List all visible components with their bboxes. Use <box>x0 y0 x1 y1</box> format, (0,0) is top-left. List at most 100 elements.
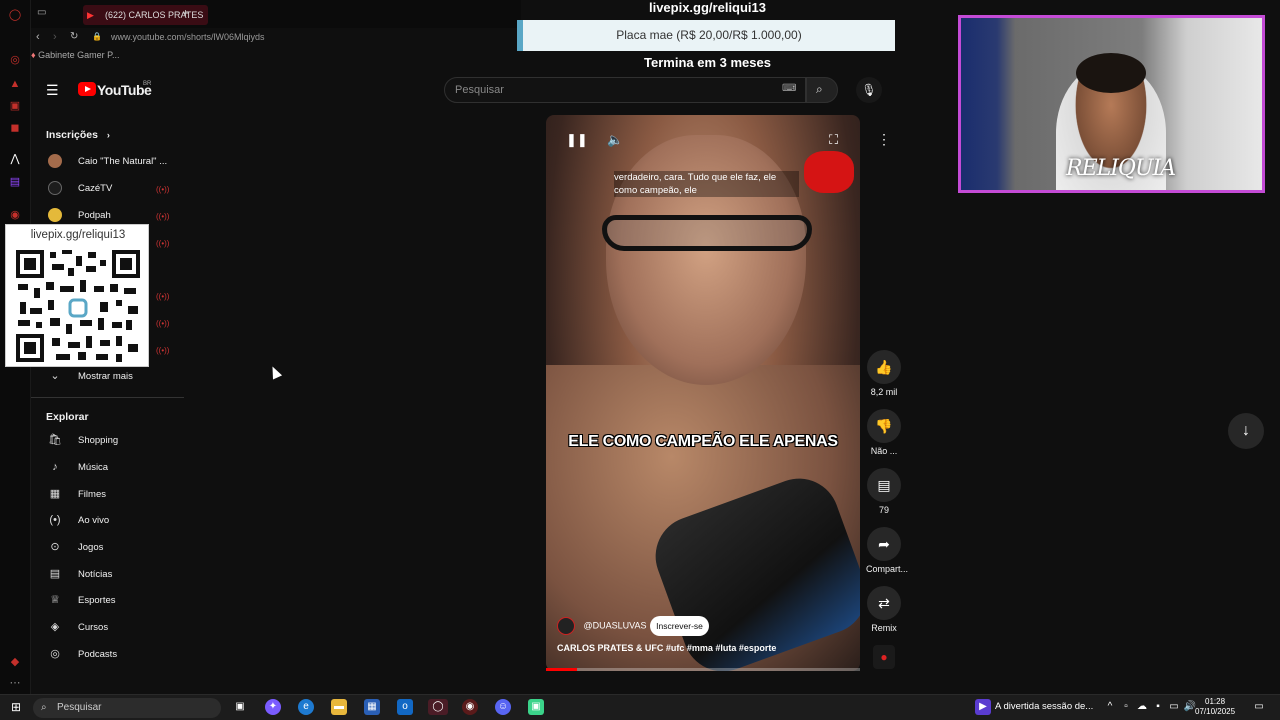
clock-time: 01:28 <box>1205 697 1226 706</box>
video-caption-small: verdadeiro, cara. Tudo que ele faz, ele … <box>614 171 799 197</box>
subscriptions-header[interactable]: Inscrições › <box>46 129 110 141</box>
chevron-down-icon: ⌄ <box>50 370 60 382</box>
taskbar-clock[interactable]: 01:28 07/10/2025 <box>1195 697 1235 717</box>
sidebar-app-icon[interactable]: ◉ <box>8 208 22 222</box>
twitch-icon[interactable]: ▤ <box>8 175 22 189</box>
reload-icon[interactable]: ↻ <box>70 31 78 42</box>
taskbar-search-input[interactable]: ⌕ Pesquisar <box>33 698 221 718</box>
youtube-logo-icon[interactable] <box>78 82 96 96</box>
search-input[interactable]: Pesquisar ⌨ <box>444 77 806 103</box>
sidebar-app-icon[interactable]: ⋀ <box>8 152 22 166</box>
subscribe-button[interactable]: Inscrever-se <box>650 616 709 636</box>
region-code: BR <box>143 81 152 87</box>
sidebar-app-icon[interactable]: ◼ <box>8 121 22 135</box>
back-icon[interactable]: ‹ <box>36 31 40 43</box>
bookmark-item[interactable]: ♦ Gabinete Gamer P... <box>31 50 120 60</box>
divider <box>31 397 184 398</box>
voice-search-button[interactable]: 🎙 <box>856 77 882 103</box>
webcam-overlay: RELIQUIA <box>958 15 1265 193</box>
sidebar-app-icon[interactable]: ▲ <box>8 77 22 91</box>
tab-active[interactable]: ▶ (622) CARLOS PRATES <box>83 5 208 25</box>
remix-button[interactable]: ⇄ Remix <box>866 586 902 633</box>
tray-icon[interactable]: ▫ <box>1118 699 1134 715</box>
volume-icon[interactable]: 🔈 <box>607 132 623 148</box>
address-bar[interactable]: ‹ › ↻ 🔒 www.youtube.com/shorts/lW06Mlqiy… <box>31 28 521 48</box>
sidebar-app-icon[interactable]: ◆ <box>8 655 22 669</box>
more-vertical-icon: ⋮ <box>877 131 891 147</box>
audio-thumbnail-icon[interactable]: ● <box>873 645 895 669</box>
tray-icon[interactable]: ▪ <box>1150 699 1166 715</box>
sidebar-subscription[interactable]: CazéTV <box>46 180 112 198</box>
remix-icon: ⇄ <box>867 586 901 620</box>
search-placeholder: Pesquisar <box>455 84 504 96</box>
sidebar-item-shopping[interactable]: 🛍 Shopping <box>46 431 118 449</box>
url-text[interactable]: www.youtube.com/shorts/lW06Mlqiyds <box>111 32 265 42</box>
sidebar-item-label: Notícias <box>78 569 113 580</box>
network-icon[interactable]: ▭ <box>1166 699 1182 715</box>
show-more-button[interactable]: ⌄ Mostrar mais <box>46 367 133 385</box>
sidebar-item-gaming[interactable]: ⊙ Jogos <box>46 538 103 556</box>
video-progress-bar[interactable] <box>546 668 860 671</box>
graduation-cap-icon: ◈ <box>50 621 60 633</box>
sidebar-item-podcasts[interactable]: ◎ Podcasts <box>46 645 117 663</box>
sidebar-scrollbar[interactable] <box>182 106 188 694</box>
discord-icon[interactable]: ☺ <box>495 699 511 715</box>
sidebar-subscription[interactable]: Caio "The Natural" ... <box>46 153 167 171</box>
more-icon[interactable]: ⋯ <box>8 676 22 690</box>
edge-icon[interactable]: e <box>298 699 314 715</box>
notification-app-icon: ▶ <box>975 699 991 715</box>
short-video-player[interactable] <box>546 115 860 671</box>
hamburger-menu-icon[interactable]: ☰ <box>46 82 59 99</box>
sidebar-item-live[interactable]: (•) Ao vivo <box>46 511 109 529</box>
sidebar-app-icon[interactable]: ▣ <box>8 99 22 113</box>
pause-icon[interactable]: ❚❚ <box>566 132 588 148</box>
thumbs-down-icon: 👎 <box>867 409 901 443</box>
short-title[interactable]: CARLOS PRATES & UFC #ufc #mma #luta #esp… <box>557 643 776 653</box>
tray-icon[interactable]: ☁ <box>1134 699 1150 715</box>
chevron-up-icon[interactable]: ^ <box>1102 699 1118 715</box>
search-button[interactable]: ⌕ <box>806 77 838 103</box>
sidebar-item-label: Esportes <box>78 595 116 606</box>
keyboard-icon[interactable]: ⌨ <box>782 83 796 94</box>
dislike-button[interactable]: 👎 Não ... <box>866 409 902 456</box>
store-icon[interactable]: ▦ <box>364 699 380 715</box>
webcam-frame <box>1076 53 1146 93</box>
notification-center-icon[interactable]: ▭ <box>1251 699 1267 715</box>
new-tab-icon[interactable]: + <box>182 6 189 20</box>
avatar <box>48 154 62 169</box>
comments-button[interactable]: ▤ 79 <box>866 468 902 515</box>
channel-avatar[interactable] <box>557 617 575 635</box>
more-options-button[interactable]: ⋮ <box>871 126 897 152</box>
tab-bar: ▭ ▶ (622) CARLOS PRATES + <box>31 0 521 28</box>
opera-logo-icon[interactable]: ◯ <box>8 8 22 22</box>
channel-info[interactable]: @DUASLUVAS <box>557 617 647 635</box>
task-view-icon[interactable]: ▣ <box>232 699 248 715</box>
file-explorer-icon[interactable]: ▬ <box>331 699 347 715</box>
taskbar-notification[interactable]: A divertida sessão de... <box>995 701 1093 712</box>
fullscreen-icon[interactable]: ⛶ <box>829 132 838 148</box>
sidebar-subscription[interactable]: Podpah <box>46 207 111 225</box>
tabs-menu-icon[interactable]: ▭ <box>37 7 46 18</box>
sidebar-item-music[interactable]: ♪ Música <box>46 458 108 476</box>
sidebar-item-sports[interactable]: ♕ Esportes <box>46 591 116 609</box>
sidebar-item-label: Shopping <box>78 435 119 446</box>
copilot-icon[interactable]: ✦ <box>265 699 281 715</box>
outlook-icon[interactable]: o <box>397 699 413 715</box>
windows-start-icon[interactable]: ⊞ <box>8 699 24 715</box>
live-icon: ((•)) <box>156 185 170 194</box>
sidebar-item-news[interactable]: ▤ Notícias <box>46 565 113 583</box>
forward-icon[interactable]: › <box>53 31 57 43</box>
film-icon: ▦ <box>49 488 61 500</box>
next-video-button[interactable]: ↓ <box>1228 413 1264 449</box>
obs-icon[interactable]: ◉ <box>462 699 478 715</box>
chevron-right-icon: › <box>106 130 110 140</box>
share-button[interactable]: ➦ Compart... <box>866 527 908 574</box>
app-icon[interactable]: ▣ <box>528 699 544 715</box>
sidebar-item-courses[interactable]: ◈ Cursos <box>46 618 108 636</box>
like-button[interactable]: 👍 8,2 mil <box>866 350 902 397</box>
sidebar-item-movies[interactable]: ▦ Filmes <box>46 485 106 503</box>
opera-gx-taskbar-icon[interactable]: ◯ <box>428 699 448 715</box>
sidebar-app-icon[interactable]: ◎ <box>8 53 22 67</box>
channel-name[interactable]: @DUASLUVAS <box>584 620 647 630</box>
explore-title: Explorar <box>46 411 89 423</box>
